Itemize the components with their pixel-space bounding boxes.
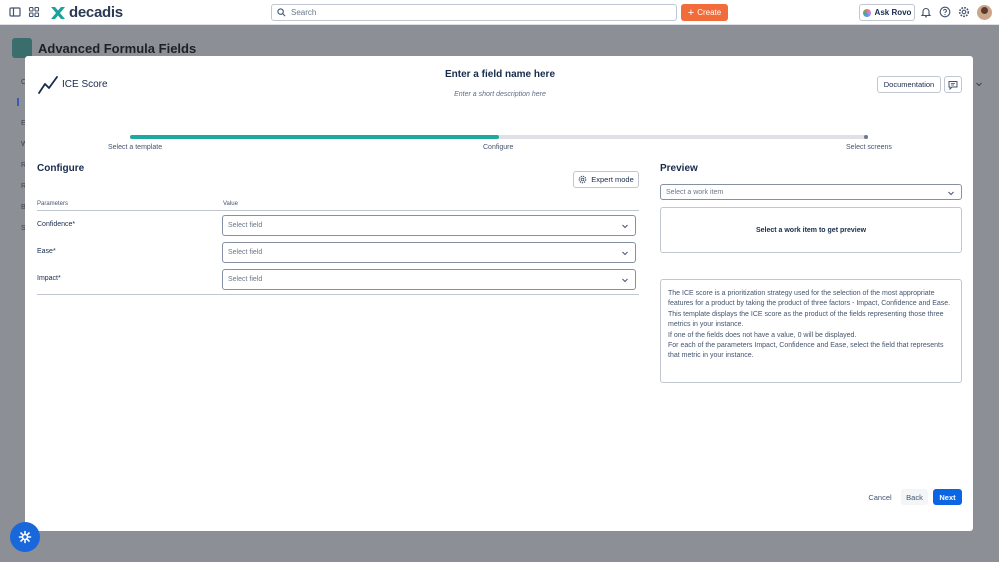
background-sidebar-active-marker (17, 98, 19, 106)
asterisk-icon (18, 530, 32, 544)
wizard-progress-fill (130, 135, 499, 139)
parameter-row-impact: Impact* Select field (37, 266, 639, 293)
parameter-label: Confidence* (37, 221, 76, 228)
parameters-table-header: Parameters Value (37, 201, 639, 211)
parameter-row-confidence: Confidence* Select field (37, 212, 639, 239)
step-configure[interactable]: Configure (483, 144, 513, 151)
field-description-input[interactable]: Enter a short description here (375, 91, 625, 98)
next-button[interactable]: Next (933, 489, 962, 505)
parameter-label: Ease* (37, 248, 56, 255)
select-placeholder: Select field (228, 276, 263, 283)
app-icon (12, 38, 32, 58)
ease-field-select[interactable]: Select field (222, 242, 636, 263)
step-select-template[interactable]: Select a template (108, 144, 162, 151)
expert-mode-label: Expert mode (591, 175, 634, 184)
trend-line-icon (38, 76, 58, 94)
page-title: Advanced Formula Fields (38, 40, 197, 56)
impact-field-select[interactable]: Select field (222, 269, 636, 290)
chevron-down-icon (622, 224, 628, 229)
preview-title: Preview (660, 163, 698, 174)
description-paragraph: For each of the parameters Impact, Confi… (668, 342, 944, 360)
description-paragraph: This template displays the ICE score as … (668, 310, 944, 329)
column-header-parameters: Parameters (37, 201, 69, 207)
create-button-label: Create (697, 8, 722, 17)
logo-text: decadis (69, 4, 123, 21)
chevron-down-icon (622, 278, 628, 283)
confidence-field-select[interactable]: Select field (222, 215, 636, 236)
configure-title: Configure (37, 163, 85, 174)
app-switcher-icon[interactable] (28, 6, 40, 18)
documentation-button[interactable]: Documentation (877, 76, 941, 93)
search-placeholder: Search (291, 8, 317, 17)
ask-rovo-button[interactable]: Ask Rovo (859, 4, 915, 21)
gear-icon (578, 175, 587, 184)
select-placeholder: Select field (228, 222, 263, 229)
feedback-button[interactable] (944, 76, 962, 93)
column-header-value: Value (223, 201, 238, 207)
progress-end-dot (864, 135, 868, 139)
parameters-table-divider (37, 294, 639, 295)
preview-panel: Select a work item to get preview (660, 207, 962, 253)
template-name: ICE Score (62, 79, 108, 90)
work-item-select[interactable]: Select a work item (660, 184, 962, 200)
floating-help-button[interactable] (10, 522, 40, 552)
step-select-screens[interactable]: Select screens (846, 144, 892, 151)
select-placeholder: Select field (228, 249, 263, 256)
back-button[interactable]: Back (901, 489, 928, 505)
wizard-progress-bar (130, 135, 868, 139)
chevron-down-icon (976, 82, 982, 87)
user-avatar[interactable] (977, 5, 992, 20)
decadis-logo-icon (51, 6, 65, 19)
chevron-down-icon (622, 251, 628, 256)
cancel-button[interactable]: Cancel (865, 489, 895, 505)
settings-gear-icon[interactable] (958, 6, 970, 18)
template-description: The ICE score is a prioritization strate… (660, 279, 962, 383)
create-button[interactable]: + Create (681, 4, 728, 21)
description-paragraph: If one of the fields does not have a val… (668, 331, 857, 339)
chevron-down-icon (948, 191, 954, 196)
parameter-row-ease: Ease* Select field (37, 239, 639, 266)
ask-rovo-label: Ask Rovo (874, 8, 912, 17)
plus-icon: + (687, 6, 695, 19)
comment-icon (948, 80, 958, 90)
expert-mode-button[interactable]: Expert mode (573, 171, 639, 188)
sidebar-toggle-icon[interactable] (9, 6, 21, 18)
decadis-logo[interactable]: decadis (50, 4, 123, 21)
formula-field-modal: ICE Score Enter a field name here Enter … (25, 56, 973, 531)
field-name-input[interactable]: Enter a field name here (375, 69, 625, 80)
background-page-header: Advanced Formula Fields (12, 38, 196, 58)
rovo-icon (862, 8, 871, 17)
help-icon[interactable] (939, 6, 951, 18)
parameter-label: Impact* (37, 275, 61, 282)
search-input[interactable]: Search (271, 4, 677, 21)
top-navigation-bar: decadis Search + Create Ask Rovo (0, 0, 999, 25)
preview-empty-message: Select a work item to get preview (755, 226, 867, 234)
search-icon (277, 8, 286, 17)
description-paragraph: The ICE score is a prioritization strate… (668, 290, 951, 308)
notifications-bell-icon[interactable] (920, 6, 932, 18)
work-item-placeholder: Select a work item (666, 188, 724, 196)
